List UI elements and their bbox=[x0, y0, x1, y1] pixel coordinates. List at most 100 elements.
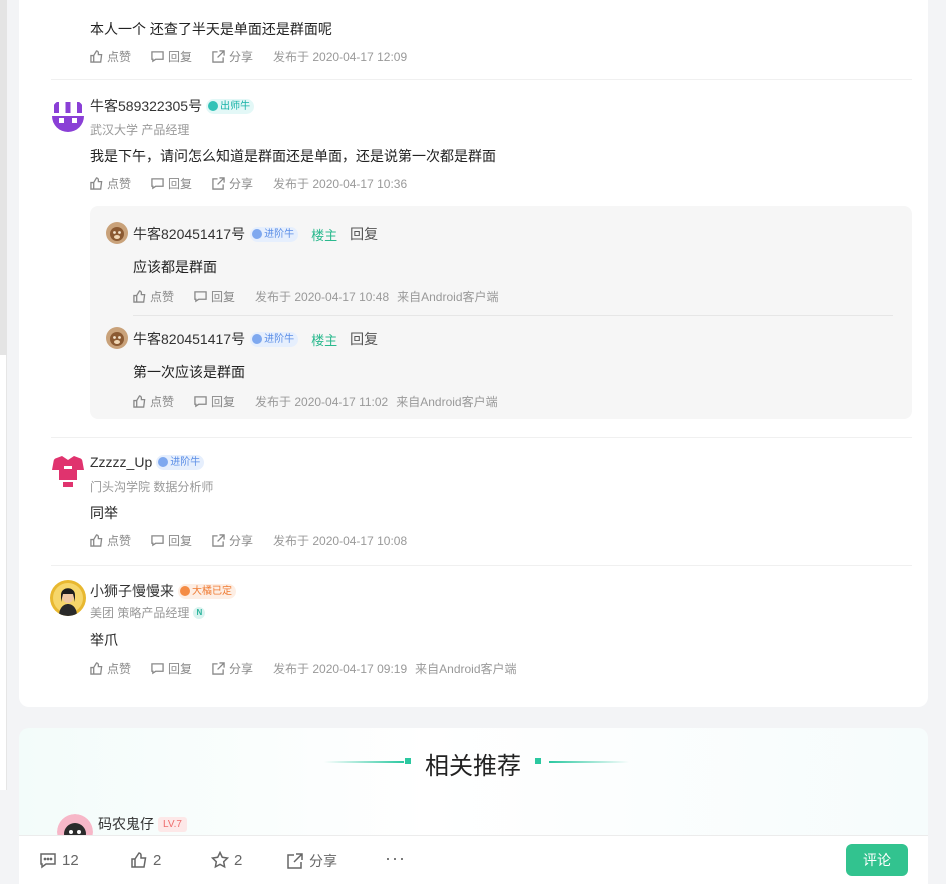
comment-icon bbox=[151, 535, 164, 547]
share-button[interactable]: 分享 bbox=[286, 851, 337, 871]
reply-text: 第一次应该是群面 bbox=[133, 364, 245, 380]
thumbs-up-icon bbox=[131, 852, 147, 868]
username[interactable]: 小狮子慢慢来 bbox=[90, 581, 174, 601]
post-time: 发布于 2020-04-17 09:19 bbox=[273, 662, 408, 676]
comment-icon bbox=[40, 853, 56, 869]
badge-icon bbox=[208, 101, 219, 111]
user-subtitle: 武汉大学 产品经理 bbox=[90, 123, 190, 137]
comment-text: 同举 bbox=[90, 505, 118, 521]
share-button[interactable]: 分享 bbox=[212, 48, 253, 65]
divider bbox=[51, 437, 912, 438]
reply-link[interactable]: 回复 bbox=[350, 224, 378, 244]
post-time: 发布于 2020-04-17 10:48 bbox=[255, 290, 390, 304]
like-button[interactable]: 点赞 bbox=[90, 660, 131, 677]
comment-icon bbox=[151, 178, 164, 190]
client-source: 来自Android客户端 bbox=[415, 662, 517, 676]
like-button[interactable]: 点赞 bbox=[90, 48, 131, 65]
more-button[interactable]: ··· bbox=[385, 848, 406, 869]
comment-button[interactable]: 评论 bbox=[846, 844, 908, 876]
comment-icon bbox=[151, 51, 164, 63]
level-badge: 进阶牛 bbox=[156, 454, 205, 470]
badge-icon bbox=[180, 586, 190, 596]
user-subtitle: 美团 策略产品经理 N bbox=[90, 604, 206, 621]
share-icon bbox=[212, 177, 225, 190]
share-button[interactable]: 分享 bbox=[212, 175, 253, 192]
reply-button[interactable]: 回复 bbox=[151, 660, 192, 677]
comment-text: 举爪 bbox=[90, 632, 118, 648]
decor-square bbox=[405, 758, 411, 764]
user-info: Zzzzz_Up 进阶牛 bbox=[90, 454, 205, 470]
username[interactable]: 牛客589322305号 bbox=[90, 96, 202, 116]
reply-user-row: 牛客820451417号 进阶牛 楼主 回复 bbox=[133, 224, 378, 244]
like-button[interactable]: 点赞 bbox=[133, 288, 174, 305]
username[interactable]: 牛客820451417号 bbox=[133, 329, 245, 349]
op-tag: 楼主 bbox=[311, 227, 338, 243]
like-count-button[interactable]: 2 bbox=[130, 851, 161, 869]
reply-button[interactable]: 回复 bbox=[151, 532, 192, 549]
verified-icon: N bbox=[193, 606, 206, 619]
reply-text: 应该都是群面 bbox=[133, 259, 217, 275]
comment-text: 我是下午，请问怎么知道是群面还是单面，还是说第一次都是群面 bbox=[90, 148, 496, 164]
comment-actions: 点赞 回复 分享 发布于 2020-04-17 10:08 bbox=[90, 532, 407, 549]
post-time: 发布于 2020-04-17 12:09 bbox=[273, 50, 408, 64]
decor-line bbox=[549, 761, 629, 763]
reply-actions: 点赞 回复 发布于 2020-04-17 11:02 来自Android客户端 bbox=[133, 393, 498, 410]
comment-text: 本人一个 还查了半天是单面还是群面呢 bbox=[90, 21, 332, 37]
avatar-image bbox=[50, 98, 86, 134]
avatar[interactable] bbox=[106, 327, 128, 349]
avatar-image bbox=[50, 580, 86, 616]
reply-button[interactable]: 回复 bbox=[151, 175, 192, 192]
comment-icon bbox=[194, 291, 207, 303]
recommend-header: 相关推荐 bbox=[319, 746, 629, 780]
level-badge: 进阶牛 bbox=[250, 331, 299, 347]
reply-button[interactable]: 回复 bbox=[194, 288, 235, 305]
thumbs-up-icon bbox=[90, 534, 103, 547]
avatar-image bbox=[50, 453, 86, 489]
reply-divider bbox=[133, 315, 893, 316]
user-subtitle: 门头沟学院 数据分析师 bbox=[90, 480, 214, 494]
reply-button[interactable]: 回复 bbox=[151, 48, 192, 65]
client-source: 来自Android客户端 bbox=[396, 395, 498, 409]
op-tag: 楼主 bbox=[311, 332, 338, 348]
avatar[interactable] bbox=[50, 453, 86, 489]
like-button[interactable]: 点赞 bbox=[90, 532, 131, 549]
username[interactable]: 牛客820451417号 bbox=[133, 224, 245, 244]
recommend-user: 码农鬼仔 LV.7 bbox=[98, 814, 187, 834]
left-panel-scroll bbox=[0, 0, 7, 355]
reply-button[interactable]: 回复 bbox=[194, 393, 235, 410]
favorite-count-button[interactable]: 2 bbox=[211, 851, 242, 869]
level-badge: LV.7 bbox=[158, 816, 187, 832]
avatar[interactable] bbox=[50, 98, 86, 134]
reply-user-row: 牛客820451417号 进阶牛 楼主 回复 bbox=[133, 329, 378, 349]
left-panel-edge bbox=[0, 0, 7, 790]
like-button[interactable]: 点赞 bbox=[133, 393, 174, 410]
post-time: 发布于 2020-04-17 10:36 bbox=[273, 177, 408, 191]
comment-actions: 点赞 回复 分享 发布于 2020-04-17 12:09 bbox=[90, 48, 407, 65]
share-button[interactable]: 分享 bbox=[212, 532, 253, 549]
avatar[interactable] bbox=[106, 222, 128, 244]
username[interactable]: 码农鬼仔 bbox=[98, 814, 154, 834]
thumbs-up-icon bbox=[133, 395, 146, 408]
star-icon bbox=[211, 851, 229, 869]
username[interactable]: Zzzzz_Up bbox=[90, 454, 152, 470]
decor-line bbox=[324, 761, 404, 763]
comments-count-button[interactable]: 12 bbox=[39, 851, 79, 869]
badge-icon bbox=[252, 334, 263, 344]
comments-card: 本人一个 还查了半天是单面还是群面呢 点赞 回复 分享 发布于 2020-04-… bbox=[19, 0, 928, 707]
thumbs-up-icon bbox=[90, 177, 103, 190]
thumbs-up-icon bbox=[90, 50, 103, 63]
decor-square bbox=[535, 758, 541, 764]
like-button[interactable]: 点赞 bbox=[90, 175, 131, 192]
level-badge: 大橘已定 bbox=[178, 583, 236, 599]
divider bbox=[51, 565, 912, 566]
avatar[interactable] bbox=[50, 580, 86, 616]
reply-thread: 牛客820451417号 进阶牛 楼主 回复 应该都是群面 点赞 回复 发布于 … bbox=[90, 206, 912, 419]
avatar-image bbox=[106, 327, 128, 349]
client-source: 来自Android客户端 bbox=[397, 290, 499, 304]
share-icon bbox=[212, 534, 225, 547]
comment-icon bbox=[151, 663, 164, 675]
share-button[interactable]: 分享 bbox=[212, 660, 253, 677]
post-time: 发布于 2020-04-17 10:08 bbox=[273, 534, 408, 548]
reply-link[interactable]: 回复 bbox=[350, 329, 378, 349]
bottom-action-bar: 12 2 2 分享 ··· 评论 bbox=[19, 835, 928, 884]
